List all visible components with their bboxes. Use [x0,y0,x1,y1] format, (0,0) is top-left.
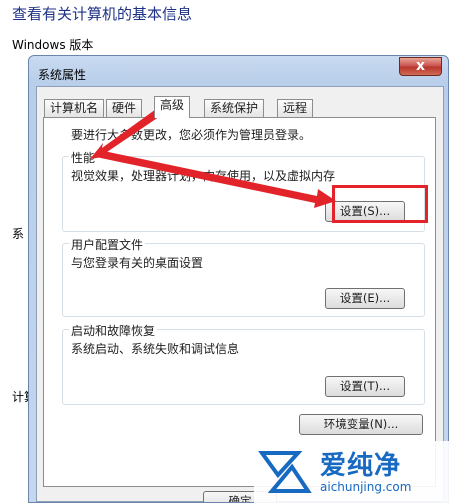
tab-system-protection[interactable]: 系统保护 [204,99,265,117]
close-button[interactable]: x [399,57,442,76]
watermark-brand: 爱纯净 [320,451,402,481]
system-properties-dialog: 系统属性 x 计算机名 硬件 高级 系统保护 远程 要进行大多数更改，您必须作为… [28,55,449,503]
page-title: 查看有关计算机的基本信息 [12,5,193,23]
dialog-titlebar[interactable]: 系统属性 x [29,56,448,86]
system-section-stub: 系 [12,227,25,241]
tab-hardware[interactable]: 硬件 [106,99,143,117]
user-profiles-title: 用户配置文件 [69,236,146,253]
watermark: 爱纯净 aichunjing.com [254,441,449,503]
startup-recovery-settings-button[interactable]: 设置(T)... [325,376,405,397]
dialog-title: 系统属性 [38,68,87,82]
performance-title: 性能 [69,149,98,166]
watermark-logo-icon [258,451,312,493]
close-icon: x [415,58,426,74]
windows-edition-label: Windows 版本 [12,38,94,52]
tab-computer-name[interactable]: 计算机名 [44,99,105,117]
user-profiles-desc: 与您登录有关的桌面设置 [71,256,204,270]
environment-variables-button[interactable]: 环境变量(N)... [299,414,423,435]
startup-recovery-desc: 系统启动、系统失败和调试信息 [71,342,240,356]
advanced-tab-panel: 要进行大多数更改，您必须作为管理员登录。 性能 视觉效果，处理器计划，内存使用，… [43,117,436,487]
performance-desc: 视觉效果，处理器计划，内存使用，以及虚拟内存 [71,169,336,183]
startup-recovery-group: 启动和故障恢复 系统启动、系统失败和调试信息 设置(T)... [62,322,425,405]
user-profiles-settings-button[interactable]: 设置(E)... [325,288,405,309]
tab-advanced[interactable]: 高级 [154,96,191,118]
startup-recovery-title: 启动和故障恢复 [69,322,158,339]
admin-notice: 要进行大多数更改，您必须作为管理员登录。 [71,128,312,142]
watermark-url: aichunjing.com [320,480,412,494]
tab-remote[interactable]: 远程 [277,99,314,117]
dialog-body: 计算机名 硬件 高级 系统保护 远程 要进行大多数更改，您必须作为管理员登录。 … [36,86,444,502]
user-profiles-group: 用户配置文件 与您登录有关的桌面设置 设置(E)... [62,236,425,317]
highlight-box [332,185,428,223]
